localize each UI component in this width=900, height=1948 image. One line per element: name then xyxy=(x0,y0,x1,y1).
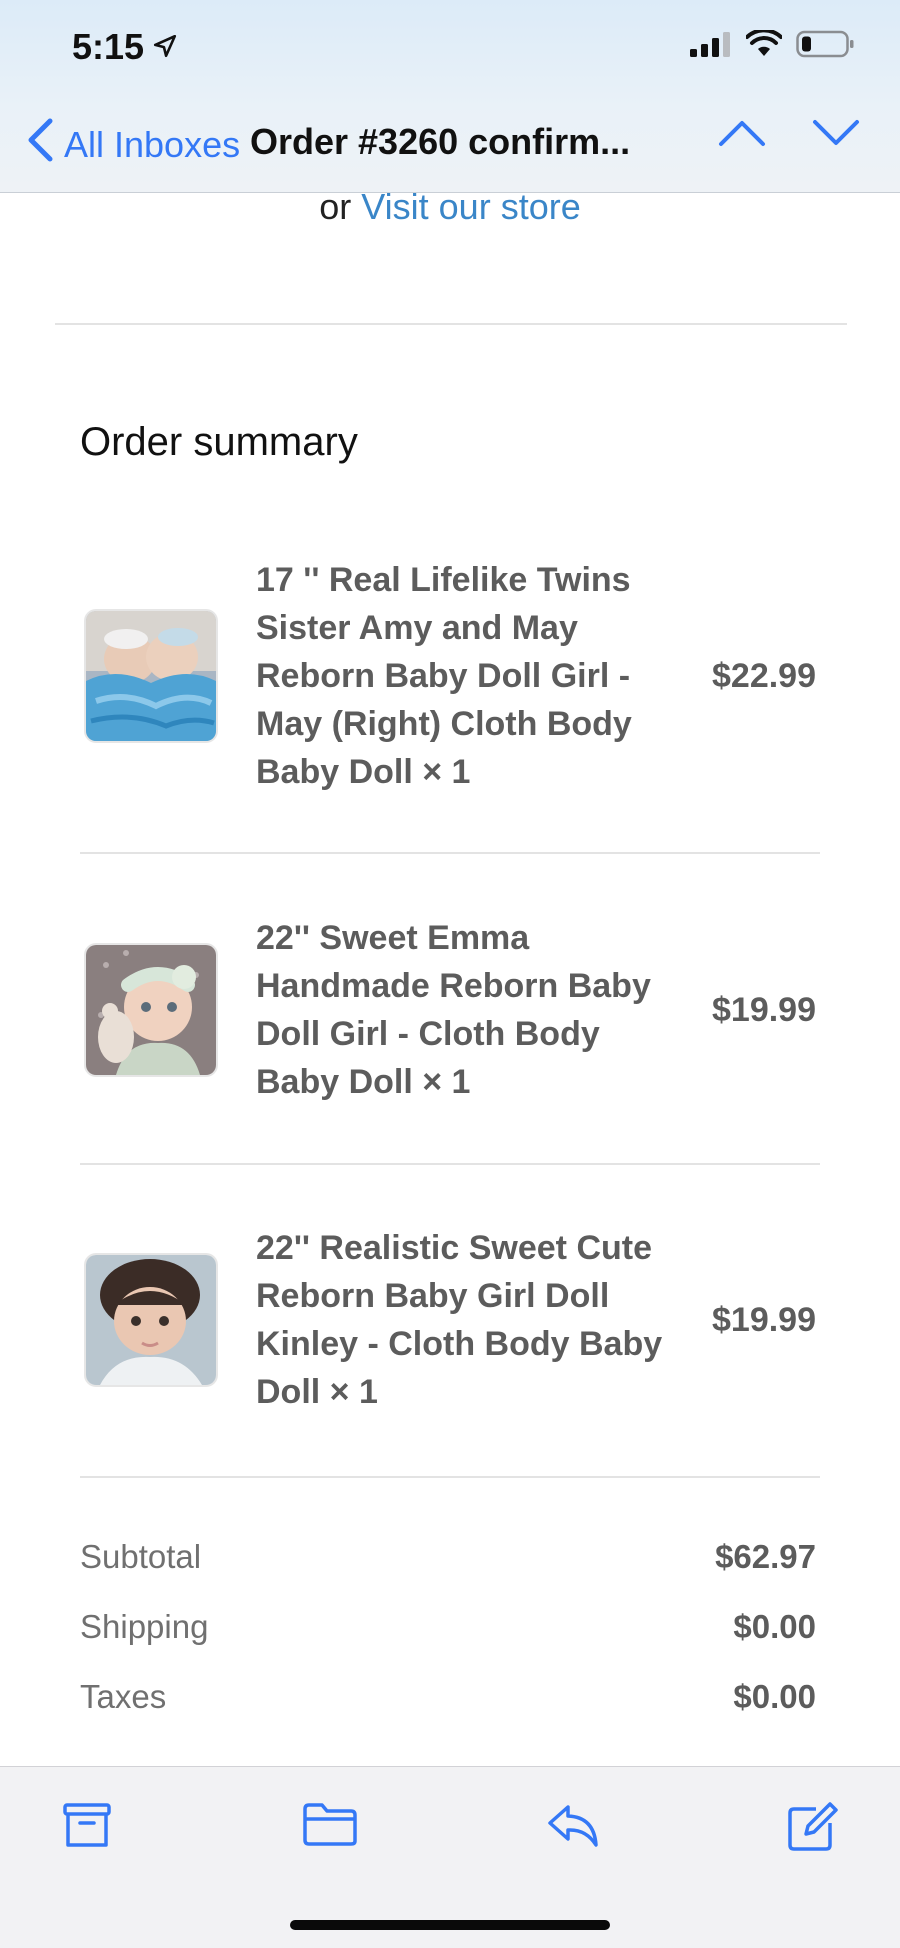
order-item: 22'' Realistic Sweet Cute Reborn Baby Gi… xyxy=(80,1190,820,1450)
item-price: $19.99 xyxy=(712,990,816,1029)
archive-icon[interactable] xyxy=(62,1801,112,1854)
battery-icon xyxy=(796,30,854,63)
shipping-row: Shipping $0.00 xyxy=(80,1592,820,1662)
back-label: All Inboxes xyxy=(64,123,241,165)
status-icons xyxy=(690,28,854,63)
previous-message-button[interactable] xyxy=(718,118,766,153)
subtotal-row: Subtotal $62.97 xyxy=(80,1522,820,1592)
item-name[interactable]: 22'' Realistic Sweet Cute Reborn Baby Gi… xyxy=(256,1224,666,1416)
home-indicator[interactable] xyxy=(290,1920,610,1930)
taxes-label: Taxes xyxy=(80,1678,167,1715)
order-item: 17 '' Real Lifelike Twins Sister Amy and… xyxy=(80,530,820,822)
taxes-row: Taxes $0.00 xyxy=(80,1662,820,1732)
visit-prefix: or xyxy=(319,186,352,227)
shipping-label: Shipping xyxy=(80,1608,209,1645)
cellular-signal-icon xyxy=(690,31,732,62)
folder-icon[interactable] xyxy=(302,1801,358,1852)
shipping-value: $0.00 xyxy=(733,1608,816,1645)
product-thumbnail-kinley[interactable] xyxy=(84,1253,218,1387)
item-name[interactable]: 17 '' Real Lifelike Twins Sister Amy and… xyxy=(256,556,666,796)
divider xyxy=(80,1163,820,1165)
item-price: $19.99 xyxy=(712,1300,816,1339)
divider xyxy=(80,1476,820,1478)
subtotal-label: Subtotal xyxy=(80,1538,202,1575)
back-button[interactable]: All Inboxes xyxy=(26,118,240,171)
compose-icon[interactable] xyxy=(786,1801,838,1858)
reply-icon[interactable] xyxy=(546,1801,600,1854)
order-summary-heading: Order summary xyxy=(80,420,358,464)
taxes-value: $0.00 xyxy=(733,1678,816,1715)
divider xyxy=(55,323,847,325)
product-thumbnail-twins[interactable] xyxy=(84,609,218,743)
visit-store-line: or Visit our store xyxy=(0,186,900,228)
divider xyxy=(80,852,820,854)
top-bar: 5:15 All Inboxes Order #3260 confirm... xyxy=(0,0,900,193)
wifi-icon xyxy=(745,28,783,63)
next-message-button[interactable] xyxy=(812,118,860,153)
location-arrow-icon xyxy=(152,26,178,68)
chevron-left-icon xyxy=(26,118,54,171)
subtotal-value: $62.97 xyxy=(715,1538,816,1575)
clock-label: 5:15 xyxy=(72,26,145,67)
order-totals: Subtotal $62.97 Shipping $0.00 Taxes $0.… xyxy=(80,1522,820,1732)
item-price: $22.99 xyxy=(712,656,816,695)
product-thumbnail-emma[interactable] xyxy=(84,943,218,1077)
message-navigation xyxy=(718,118,860,153)
order-item: 22'' Sweet Emma Handmade Reborn Baby Dol… xyxy=(80,880,820,1140)
visit-store-link[interactable]: Visit our store xyxy=(361,186,580,227)
item-name[interactable]: 22'' Sweet Emma Handmade Reborn Baby Dol… xyxy=(256,914,666,1106)
email-subject-title: Order #3260 confirm... xyxy=(250,121,631,162)
status-time: 5:15 xyxy=(72,26,178,68)
